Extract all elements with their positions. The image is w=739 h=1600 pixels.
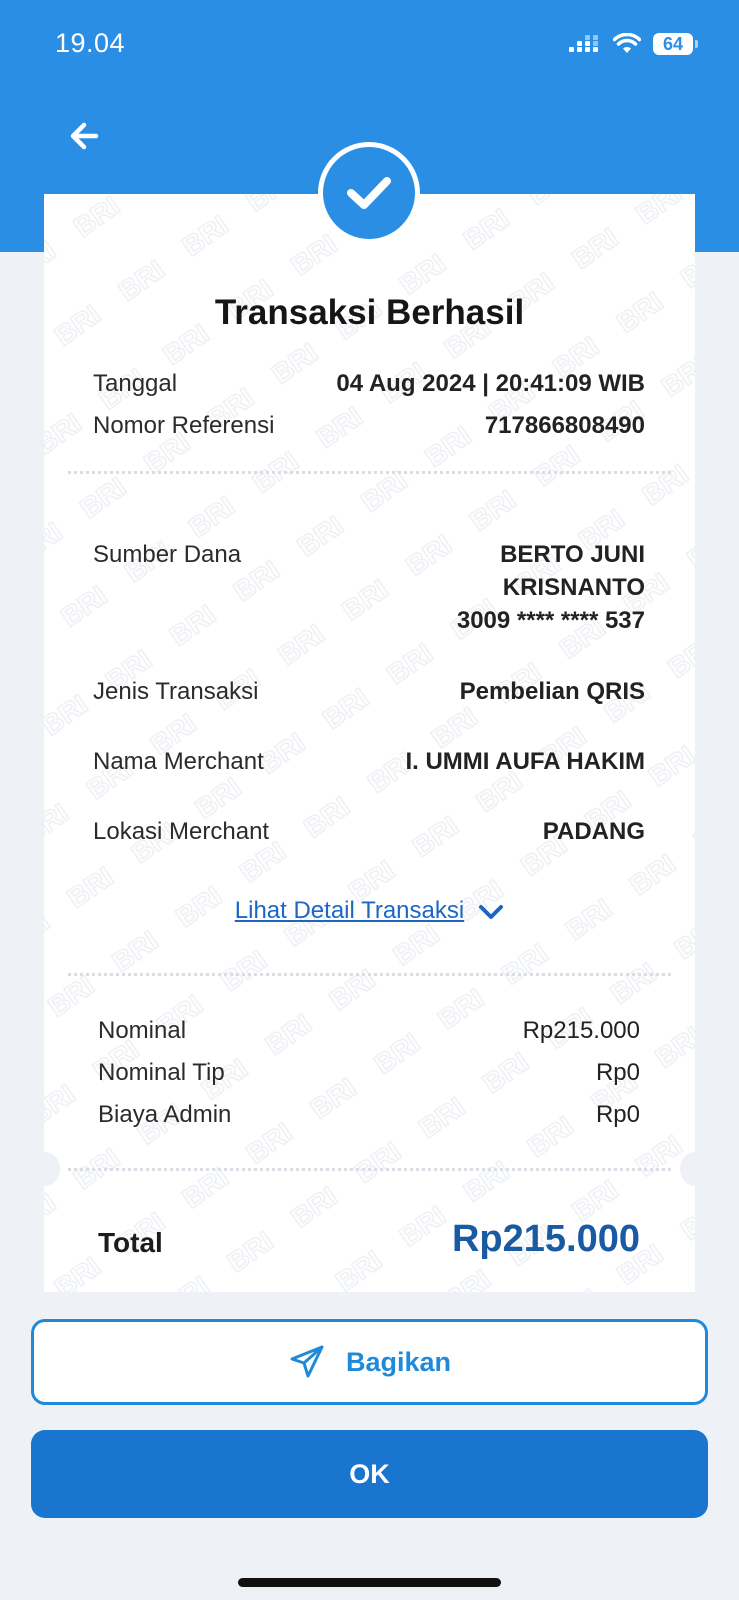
tip-label: Nominal Tip <box>98 1059 225 1086</box>
admin-fee-value: Rp0 <box>595 1101 640 1128</box>
transaction-type-value: Pembelian QRIS <box>459 678 645 705</box>
wifi-icon <box>613 33 641 53</box>
checkmark-icon <box>347 177 391 209</box>
total-value: Rp215.000 <box>451 1218 640 1260</box>
reference-value: 717866808490 <box>484 412 645 439</box>
detail-link-label[interactable]: Lihat Detail Transaksi <box>235 897 464 924</box>
reference-label: Nomor Referensi <box>93 412 275 439</box>
success-badge <box>318 142 420 244</box>
source-account: 3009 **** **** 537 <box>456 607 645 634</box>
nominal-value: Rp215.000 <box>522 1017 640 1044</box>
status-time: 19.04 <box>55 28 126 58</box>
view-transaction-detail-link[interactable]: Lihat Detail Transaksi <box>0 897 739 925</box>
tip-value: Rp0 <box>595 1059 640 1086</box>
source-name-line2: KRISNANTO <box>502 574 645 601</box>
back-arrow-icon[interactable] <box>66 116 106 156</box>
divider <box>68 973 671 976</box>
chevron-down-icon[interactable] <box>478 903 504 921</box>
divider <box>68 471 671 474</box>
merchant-location-label: Lokasi Merchant <box>93 818 270 845</box>
receipt-notch-left <box>30 1152 60 1186</box>
battery-indicator: 64 <box>653 33 698 55</box>
nominal-label: Nominal <box>98 1017 187 1044</box>
signal-icon <box>569 35 598 52</box>
merchant-location-value: PADANG <box>542 818 645 845</box>
merchant-name-label: Nama Merchant <box>93 748 264 775</box>
ok-button[interactable]: OK <box>31 1430 708 1518</box>
transaction-type-label: Jenis Transaksi <box>93 678 259 705</box>
share-button[interactable]: Bagikan <box>31 1319 708 1405</box>
share-button-label: Bagikan <box>345 1346 452 1377</box>
status-icons: 64 <box>569 30 698 58</box>
divider <box>68 1168 671 1171</box>
home-indicator <box>238 1578 501 1587</box>
page-title: Transaksi Berhasil <box>214 293 525 332</box>
merchant-name-value: I. UMMI AUFA HAKIM <box>405 748 645 775</box>
date-label: Tanggal <box>93 370 178 397</box>
source-name-line1: BERTO JUNI <box>500 541 645 568</box>
date-value: 04 Aug 2024 | 20:41:09 WIB <box>336 370 645 397</box>
send-icon <box>290 1345 324 1378</box>
admin-fee-label: Biaya Admin <box>98 1101 232 1128</box>
source-label: Sumber Dana <box>93 541 242 568</box>
receipt-notch-right <box>680 1152 710 1186</box>
total-label: Total <box>98 1227 163 1258</box>
